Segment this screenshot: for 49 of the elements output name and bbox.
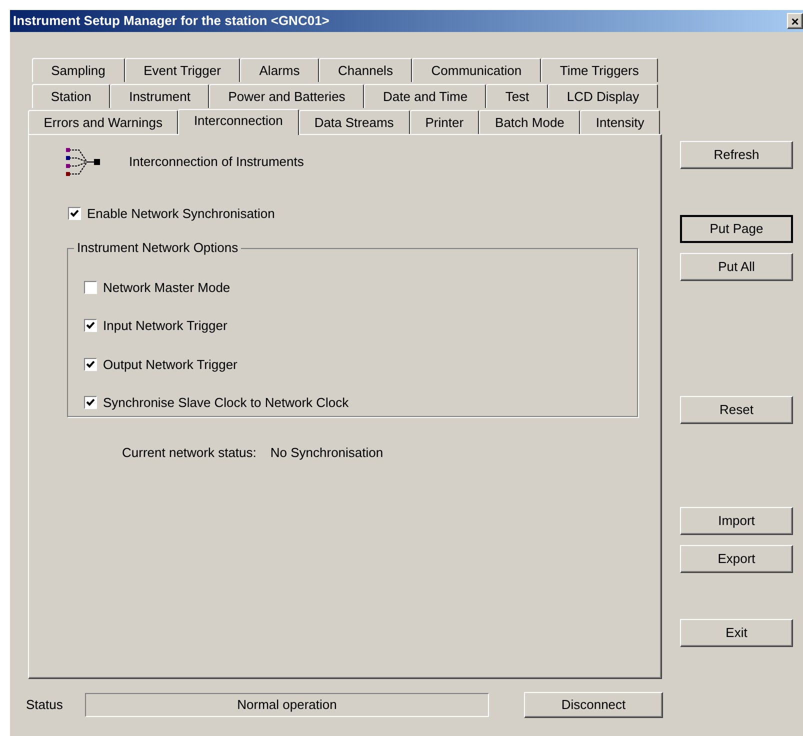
tab[interactable]: Event Trigger: [124, 58, 240, 82]
checkbox[interactable]: [84, 280, 97, 294]
tab[interactable]: Sampling: [32, 58, 124, 82]
tab[interactable]: Date and Time: [364, 84, 486, 108]
tab[interactable]: Interconnection: [178, 109, 299, 135]
tab[interactable]: Errors and Warnings: [28, 110, 178, 134]
checkbox[interactable]: [84, 319, 97, 332]
action-button[interactable]: Put Page: [680, 215, 793, 243]
window-title: Instrument Setup Manager for the station <GNC01>: [13, 12, 330, 30]
page-heading: Interconnection of Instruments: [129, 153, 304, 172]
checkbox[interactable]: [84, 358, 97, 371]
checkmark-icon: [86, 321, 95, 330]
tab[interactable]: Time Triggers: [540, 58, 658, 82]
checkmark-icon: [70, 209, 79, 218]
disconnect-button[interactable]: Disconnect: [524, 692, 663, 718]
status-label: Current network status:: [122, 444, 256, 462]
action-button[interactable]: Exit: [680, 619, 793, 647]
checkmark-icon: [86, 360, 95, 369]
status-value: No Synchronisation: [270, 444, 384, 462]
checkbox[interactable]: [84, 396, 97, 410]
action-button[interactable]: Put All: [680, 253, 793, 281]
checkbox-label[interactable]: Enable Network Synchronisation: [87, 204, 275, 224]
tab[interactable]: Instrument: [110, 84, 210, 108]
action-button[interactable]: Import: [680, 507, 793, 535]
action-button[interactable]: Refresh: [680, 141, 793, 169]
close-button[interactable]: ×: [787, 13, 803, 29]
tab[interactable]: LCD Display: [548, 84, 658, 108]
action-button[interactable]: Reset: [680, 396, 793, 424]
tab[interactable]: Power and Batteries: [209, 84, 364, 108]
checkbox-label[interactable]: Synchronise Slave Clock to Network Clock: [103, 393, 349, 412]
tab[interactable]: Station: [32, 84, 110, 108]
tab[interactable]: Alarms: [240, 58, 319, 82]
tab[interactable]: Test: [486, 84, 548, 108]
checkmark-icon: [86, 398, 95, 408]
tab[interactable]: Data Streams: [298, 110, 410, 134]
tab[interactable]: Intensity: [580, 110, 660, 134]
checkbox-label[interactable]: Output Network Trigger: [103, 354, 238, 374]
checkbox-label[interactable]: Network Master Mode: [103, 278, 230, 297]
group-title: Instrument Network Options: [74, 240, 242, 256]
network-icon: [65, 147, 101, 177]
tab[interactable]: Batch Mode: [479, 110, 580, 134]
status-bar-label: Status: [26, 696, 64, 714]
checkbox-label[interactable]: Input Network Trigger: [103, 316, 228, 336]
tab[interactable]: Printer: [410, 110, 480, 134]
checkbox[interactable]: [68, 207, 81, 220]
status-field: Normal operation: [85, 693, 489, 717]
tab[interactable]: Channels: [318, 58, 412, 82]
action-button[interactable]: Export: [680, 545, 793, 573]
tab[interactable]: Communication: [412, 58, 541, 82]
